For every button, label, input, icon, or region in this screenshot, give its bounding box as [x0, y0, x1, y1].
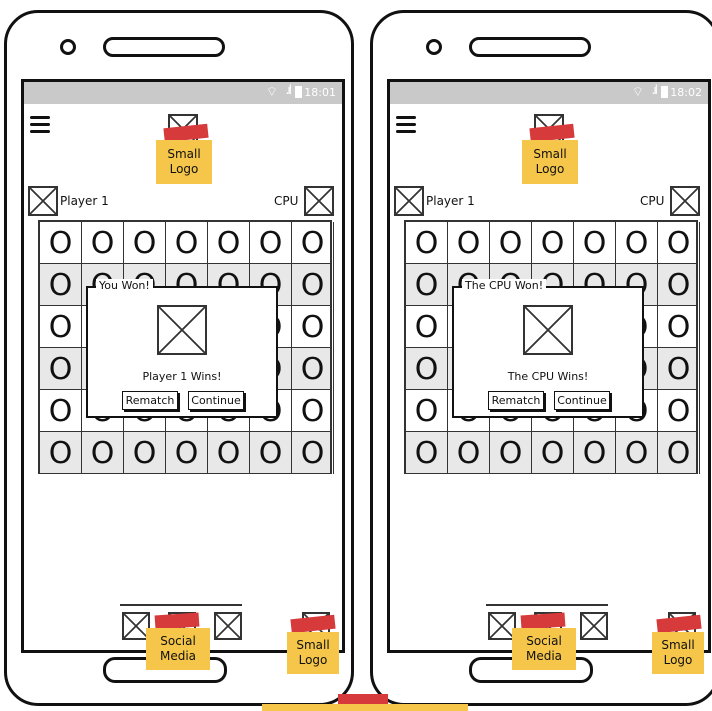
loss-dialog: The CPU Won! The CPU Wins! Rematch Conti…: [452, 279, 644, 418]
board-cell[interactable]: O: [574, 432, 616, 474]
camera-icon: [60, 39, 76, 55]
board-cell[interactable]: O: [490, 222, 532, 264]
board-cell[interactable]: O: [166, 432, 208, 474]
board-cell[interactable]: O: [658, 390, 700, 432]
board-cell[interactable]: O: [166, 222, 208, 264]
board-cell[interactable]: O: [292, 432, 334, 474]
board-cell[interactable]: O: [448, 432, 490, 474]
board-cell[interactable]: O: [250, 432, 292, 474]
board-row: O O O O O O O: [406, 222, 700, 264]
board-cell[interactable]: O: [292, 390, 334, 432]
continue-button[interactable]: Continue: [188, 391, 244, 410]
player-avatar: [28, 186, 58, 216]
speaker-grille: [469, 37, 591, 57]
board-cell[interactable]: O: [658, 306, 700, 348]
board-cell[interactable]: O: [658, 222, 700, 264]
status-bar: ⌔ .ıl 18:01: [24, 82, 342, 104]
board-cell[interactable]: O: [40, 390, 82, 432]
social-icon[interactable]: [580, 612, 608, 640]
board-cell[interactable]: O: [292, 264, 334, 306]
status-time: 18:02: [670, 86, 702, 99]
cpu-avatar: [304, 186, 334, 216]
board-cell[interactable]: O: [406, 390, 448, 432]
small-logo-note: Small Logo: [522, 140, 578, 184]
rematch-button[interactable]: Rematch: [122, 391, 178, 410]
small-logo-note: Small Logo: [287, 632, 339, 674]
board-cell[interactable]: O: [658, 348, 700, 390]
board-cell[interactable]: O: [616, 222, 658, 264]
board-cell[interactable]: O: [406, 264, 448, 306]
board-cell[interactable]: O: [250, 222, 292, 264]
board-cell[interactable]: O: [40, 348, 82, 390]
cpu-label: CPU: [274, 194, 299, 208]
board-row: O O O O O O O: [40, 222, 334, 264]
footer-divider: [120, 604, 242, 606]
dialog-title: You Won!: [96, 279, 153, 292]
board-cell[interactable]: O: [406, 222, 448, 264]
player-avatar: [394, 186, 424, 216]
cpu-label: CPU: [640, 194, 665, 208]
continue-button[interactable]: Continue: [554, 391, 610, 410]
board-row: O O O O O O O: [40, 432, 334, 474]
board-cell[interactable]: O: [292, 222, 334, 264]
phone-screen: ⌔ .ıl 18:02 Small Logo Player 1 CPU O O …: [387, 79, 711, 653]
board-cell[interactable]: O: [40, 264, 82, 306]
phone-screen: ⌔ .ıl 18:01 Small Logo Player 1 CPU O O …: [21, 79, 345, 653]
board-cell[interactable]: O: [208, 432, 250, 474]
image-placeholder-icon: [523, 305, 573, 355]
battery-icon: [661, 86, 668, 98]
board-cell[interactable]: O: [124, 432, 166, 474]
dialog-message: Player 1 Wins!: [142, 370, 222, 383]
board-cell[interactable]: O: [40, 432, 82, 474]
board-cell[interactable]: O: [406, 306, 448, 348]
board-cell[interactable]: O: [40, 306, 82, 348]
board-cell[interactable]: O: [448, 222, 490, 264]
signal-icon: .ıl: [285, 83, 293, 97]
board-cell[interactable]: O: [616, 432, 658, 474]
board-cell[interactable]: O: [82, 222, 124, 264]
win-dialog: You Won! Player 1 Wins! Rematch Continue: [86, 279, 278, 418]
battery-icon: [295, 86, 302, 98]
board-cell[interactable]: O: [658, 264, 700, 306]
board-cell[interactable]: O: [406, 432, 448, 474]
board-cell[interactable]: O: [532, 432, 574, 474]
board-cell[interactable]: O: [208, 222, 250, 264]
status-time: 18:01: [304, 86, 336, 99]
player-label: Player 1: [60, 194, 109, 208]
board-cell[interactable]: O: [658, 432, 700, 474]
board-cell[interactable]: O: [82, 432, 124, 474]
wifi-icon: ⌔: [631, 85, 644, 100]
board-row: O O O O O O O: [406, 432, 700, 474]
small-logo-note: Small Logo: [156, 140, 212, 184]
phone-mockup-right: ⌔ .ıl 18:02 Small Logo Player 1 CPU O O …: [370, 10, 712, 706]
hamburger-menu-icon[interactable]: [396, 116, 416, 133]
rematch-button[interactable]: Rematch: [488, 391, 544, 410]
hamburger-menu-icon[interactable]: [30, 116, 50, 133]
dialog-message: The CPU Wins!: [507, 370, 589, 383]
board-cell[interactable]: O: [292, 348, 334, 390]
status-bar: ⌔ .ıl 18:02: [390, 82, 708, 104]
footer-divider: [486, 604, 608, 606]
signal-icon: .ıl: [651, 83, 659, 97]
phone-mockup-left: ⌔ .ıl 18:01 Small Logo Player 1 CPU O O …: [4, 10, 354, 706]
social-icon[interactable]: [214, 612, 242, 640]
board-cell[interactable]: O: [124, 222, 166, 264]
board-cell[interactable]: O: [40, 222, 82, 264]
small-logo-note: Small Logo: [652, 632, 704, 674]
social-media-note: Social Media: [146, 628, 210, 670]
wifi-icon: ⌔: [265, 85, 278, 100]
sticky-note-edge: [262, 704, 468, 711]
board-cell[interactable]: O: [406, 348, 448, 390]
camera-icon: [426, 39, 442, 55]
cpu-avatar: [670, 186, 700, 216]
speaker-grille: [103, 37, 225, 57]
dialog-title: The CPU Won!: [462, 279, 547, 292]
player-label: Player 1: [426, 194, 475, 208]
board-cell[interactable]: O: [490, 432, 532, 474]
board-cell[interactable]: O: [532, 222, 574, 264]
board-cell[interactable]: O: [574, 222, 616, 264]
board-cell[interactable]: O: [292, 306, 334, 348]
image-placeholder-icon: [157, 305, 207, 355]
social-media-note: Social Media: [512, 628, 576, 670]
